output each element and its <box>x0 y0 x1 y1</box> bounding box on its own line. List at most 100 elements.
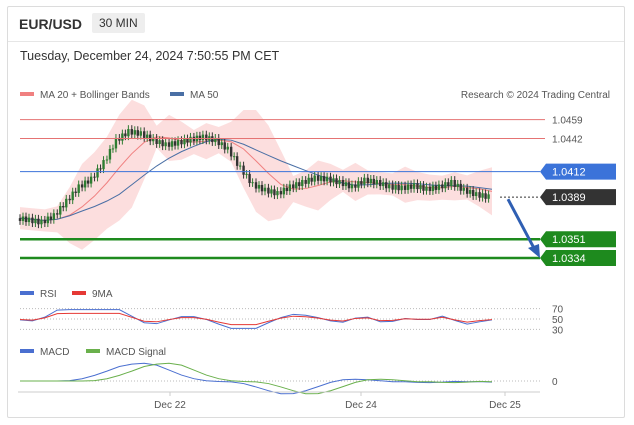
candle-body <box>52 213 56 220</box>
candle-body <box>226 146 229 150</box>
candle-body <box>474 192 478 197</box>
candle-body <box>229 146 233 157</box>
candle-body <box>409 184 413 189</box>
candle-body <box>27 217 31 223</box>
rsi-ma-line <box>19 312 493 326</box>
candle-body <box>96 168 99 178</box>
candle-body <box>248 173 251 184</box>
candle-body <box>316 175 320 181</box>
macd-line <box>20 362 493 395</box>
candle-body <box>456 183 459 187</box>
candle-body <box>31 217 34 224</box>
candle-body <box>403 185 407 190</box>
candle-body <box>391 184 394 190</box>
candle-body <box>59 206 62 215</box>
candle-body <box>133 130 136 135</box>
macd-signal-line <box>20 362 493 395</box>
legend-swatch-1 <box>170 92 184 96</box>
candle-body <box>453 179 456 187</box>
legend-label-1: MA 50 <box>190 90 219 101</box>
candle-body <box>121 133 124 141</box>
candle-body <box>394 184 397 190</box>
level-label-4: 1.0351 <box>552 234 586 246</box>
candle-body <box>310 177 313 182</box>
macd-legend-label-0: MACD <box>40 347 69 358</box>
candle-body <box>189 136 192 143</box>
rsi-legend-swatch-1 <box>72 291 86 295</box>
level-label-2: 1.0412 <box>552 167 586 179</box>
candle-body <box>149 134 152 142</box>
forecast-arrow-shaft <box>506 198 537 251</box>
x-tick-label-2: Dec 25 <box>489 400 521 411</box>
candle-body <box>86 180 90 184</box>
candle-body <box>372 178 375 185</box>
macd-legend-swatch-1 <box>86 349 100 353</box>
candle-body <box>173 141 177 146</box>
rsi-tick-1: 50 <box>552 315 564 326</box>
level-label-3: 1.0389 <box>552 192 586 204</box>
candle-body <box>65 198 68 208</box>
candle-body <box>170 141 174 147</box>
candle-body <box>37 218 40 225</box>
candle-body <box>111 148 115 150</box>
candle-body <box>419 184 422 190</box>
candle-body <box>416 183 419 190</box>
rsi-legend-swatch-0 <box>20 291 34 295</box>
candle-body <box>325 176 329 182</box>
chart-svg: MA 20 + Bollinger Bands MA 50 Research © 2… <box>18 90 616 411</box>
candle-body <box>285 187 289 192</box>
candle-body <box>425 186 428 191</box>
candle-body <box>354 184 357 188</box>
candle-body <box>183 138 186 145</box>
candle-body <box>232 156 236 158</box>
candle-body <box>77 184 80 193</box>
candle-body <box>143 131 146 138</box>
candle-body <box>484 193 487 199</box>
x-tick-label-1: Dec 24 <box>345 400 377 411</box>
candle-body <box>251 182 254 184</box>
candle-body <box>24 216 28 223</box>
candle-body <box>114 137 118 149</box>
candle-body <box>263 187 267 192</box>
candle-body <box>400 185 403 191</box>
candle-body <box>329 176 332 183</box>
candle-body <box>34 218 37 224</box>
candle-body <box>192 136 196 142</box>
candle-body <box>223 142 226 150</box>
candle-body <box>276 191 279 196</box>
candle-body <box>441 184 444 189</box>
candle-body <box>18 218 22 221</box>
candle-body <box>260 184 264 192</box>
candle-body <box>205 134 208 141</box>
candle-body <box>322 176 326 182</box>
candle-body <box>108 148 112 160</box>
legend-label-0: MA 20 + Bollinger Bands <box>40 90 150 101</box>
candle-body <box>62 206 65 208</box>
candle-body <box>164 142 167 147</box>
candle-body <box>242 165 245 175</box>
forecast-arrow-head <box>528 244 540 259</box>
candle-body <box>422 184 425 191</box>
candle-body <box>379 179 382 187</box>
level-label-0: 1.0459 <box>552 116 583 127</box>
candle-body <box>56 213 59 215</box>
candle-body <box>375 179 378 185</box>
candle-body <box>363 177 366 185</box>
candle-body <box>288 184 292 192</box>
candle-body <box>167 142 171 147</box>
candle-body <box>301 179 304 187</box>
macd-legend-swatch-0 <box>20 349 34 353</box>
candle-body <box>298 182 301 187</box>
candle-body <box>406 184 410 190</box>
candle-body <box>444 182 447 189</box>
candle-body <box>465 187 469 194</box>
candle-body <box>360 181 363 185</box>
candle-body <box>105 159 109 161</box>
candle-body <box>83 180 87 188</box>
candle-body <box>434 185 438 190</box>
candle-body <box>431 185 435 192</box>
candle-body <box>180 140 183 145</box>
candle-body <box>385 182 388 189</box>
candle-body <box>40 219 43 225</box>
candle-body <box>437 184 441 190</box>
